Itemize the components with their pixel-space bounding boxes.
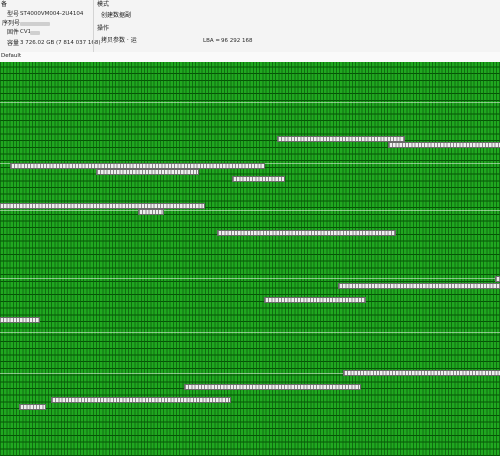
- bad-sector-run: [138, 209, 164, 216]
- bad-sector-run: [277, 135, 405, 142]
- sector-map[interactable]: [0, 62, 500, 456]
- bad-sector-run: [10, 162, 265, 169]
- model-value: ST4000VM004-2U4104: [20, 11, 84, 17]
- mode-section-label: 模式: [97, 1, 110, 8]
- map-row-separator: [0, 102, 500, 103]
- bad-sector-run: [0, 316, 40, 323]
- bad-sector-run: [388, 142, 500, 149]
- bad-sector-run: [51, 397, 231, 403]
- panel-divider: [93, 0, 94, 52]
- serial-value-redacted: [20, 22, 50, 26]
- capacity-label: 容量: [7, 40, 20, 47]
- bad-sector-run: [96, 169, 199, 176]
- bad-sector-run: [338, 283, 500, 290]
- bad-sector-run: [232, 175, 285, 182]
- mode-option[interactable]: 创建数据副: [101, 12, 131, 19]
- map-row-separator: [0, 210, 500, 211]
- bad-sector-run: [19, 403, 46, 410]
- device-info-panel: 备 型号 ST4000VM004-2U4104 序列号 固件 CV1 容量 3 …: [0, 0, 500, 53]
- bad-sector-run: [343, 370, 500, 377]
- map-row-separator: [0, 278, 500, 279]
- device-section-label: 备: [1, 1, 8, 8]
- capacity-value: 3 726.02 GB (7 814 037 168): [20, 40, 101, 46]
- lba-value: 96 292 168: [221, 38, 253, 44]
- bad-sector-run: [217, 229, 396, 236]
- copy-params-label[interactable]: 拷贝参数 · 运: [101, 37, 137, 44]
- serial-label: 序列号: [2, 20, 21, 27]
- bad-sector-run: [184, 383, 361, 390]
- default-group-label: Default: [1, 53, 22, 59]
- map-row-separator: [0, 332, 500, 333]
- interface-value-redacted: [30, 31, 40, 35]
- interface-label: 固件: [7, 29, 20, 36]
- bad-sector-run: [264, 296, 366, 303]
- bad-sector-run: [0, 202, 205, 209]
- operation-section-label: 操作: [97, 25, 110, 32]
- lba-label: LBA =: [203, 38, 220, 44]
- model-label: 型号: [7, 11, 20, 18]
- bad-sector-run: [495, 276, 500, 283]
